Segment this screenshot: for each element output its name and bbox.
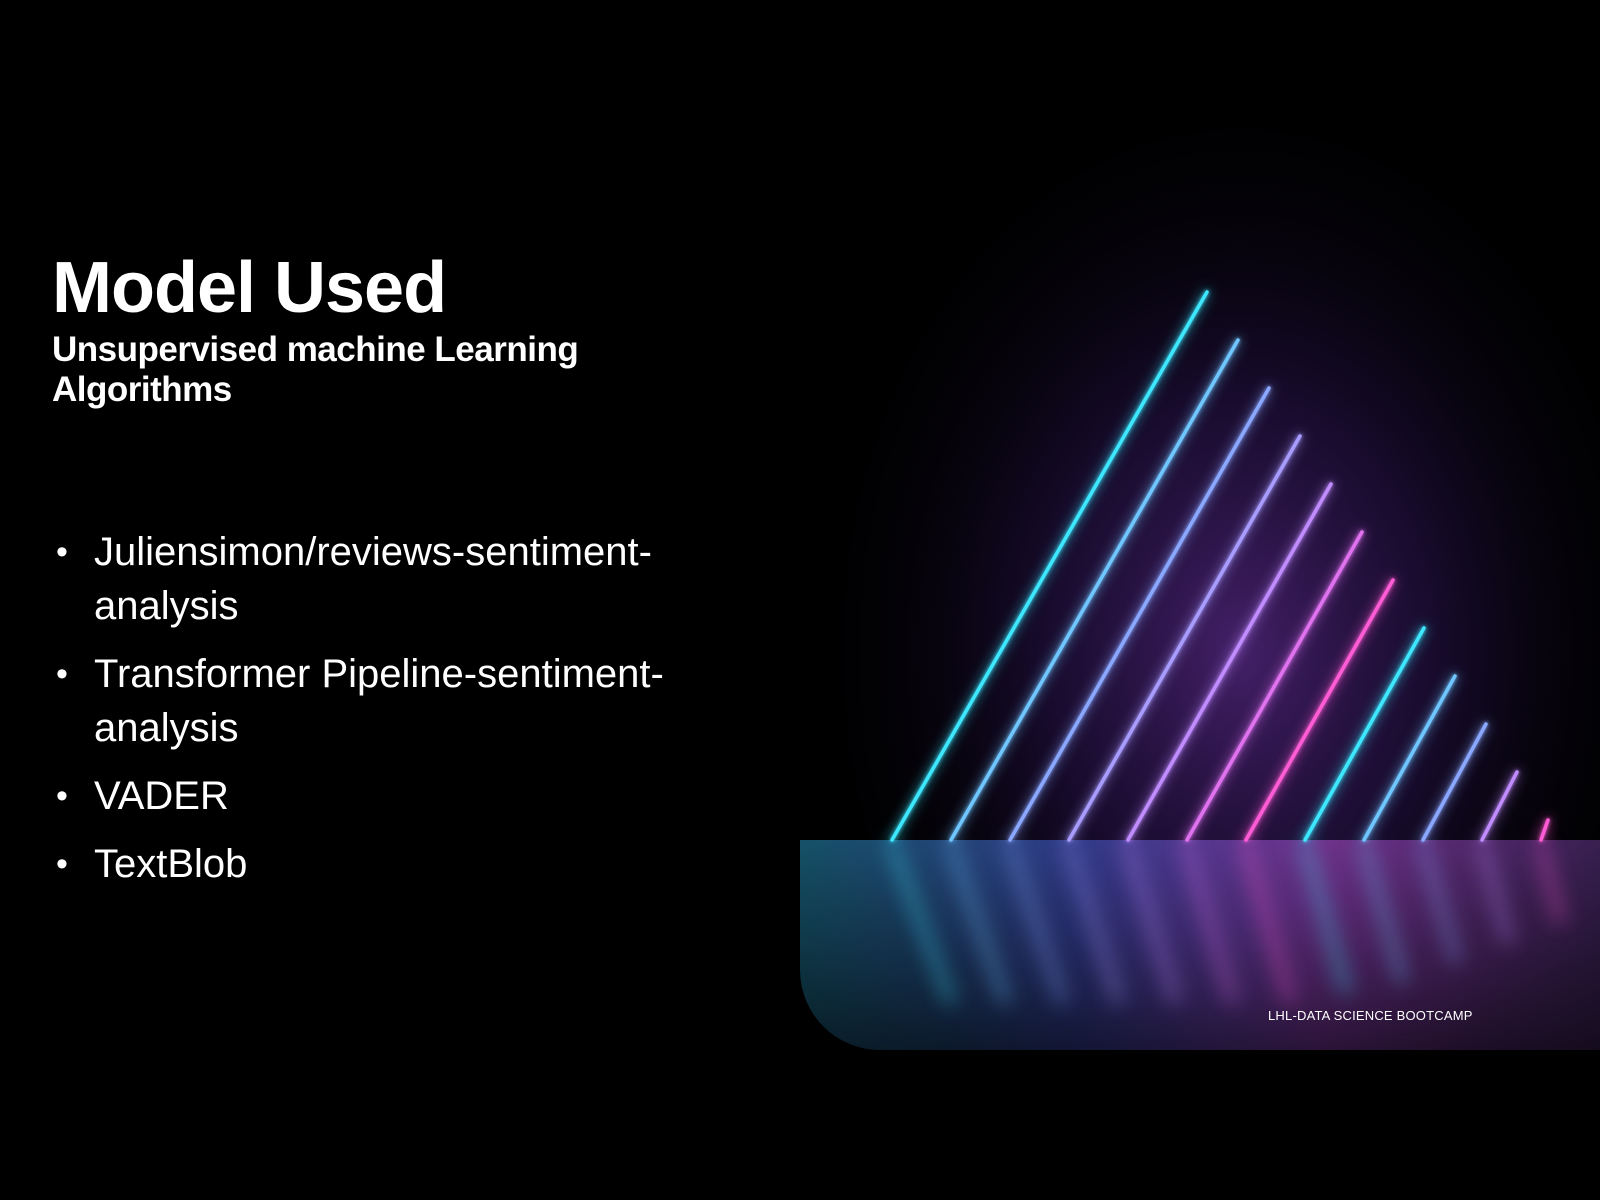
bullet-marker: • bbox=[56, 655, 68, 693]
bullet-marker: • bbox=[56, 533, 68, 571]
neon-triangle-image bbox=[800, 0, 1600, 1050]
bullet-text: TextBlob bbox=[94, 842, 248, 886]
bullet-item: • Juliensimon/reviews-sentiment-analysis bbox=[56, 525, 736, 633]
bullet-item: • VADER bbox=[56, 769, 736, 823]
bullet-item: • TextBlob bbox=[56, 837, 736, 891]
bullet-text: Juliensimon/reviews-sentiment-analysis bbox=[94, 530, 652, 628]
bullet-list: • Juliensimon/reviews-sentiment-analysis… bbox=[56, 525, 736, 905]
slide-title: Model Used bbox=[52, 248, 447, 328]
footer-text: LHL-DATA SCIENCE BOOTCAMP bbox=[1268, 1008, 1473, 1023]
bullet-item: • Transformer Pipeline-sentiment-analysi… bbox=[56, 647, 736, 755]
neon-lines-illustration bbox=[800, 0, 1600, 1050]
slide: Model Used Unsupervised machine Learning… bbox=[0, 0, 1600, 1200]
bullet-marker: • bbox=[56, 845, 68, 883]
slide-subtitle: Unsupervised machine Learning Algorithms bbox=[52, 330, 579, 409]
bullet-text: Transformer Pipeline-sentiment-analysis bbox=[94, 652, 664, 750]
bullet-marker: • bbox=[56, 777, 68, 815]
bullet-text: VADER bbox=[94, 774, 229, 818]
